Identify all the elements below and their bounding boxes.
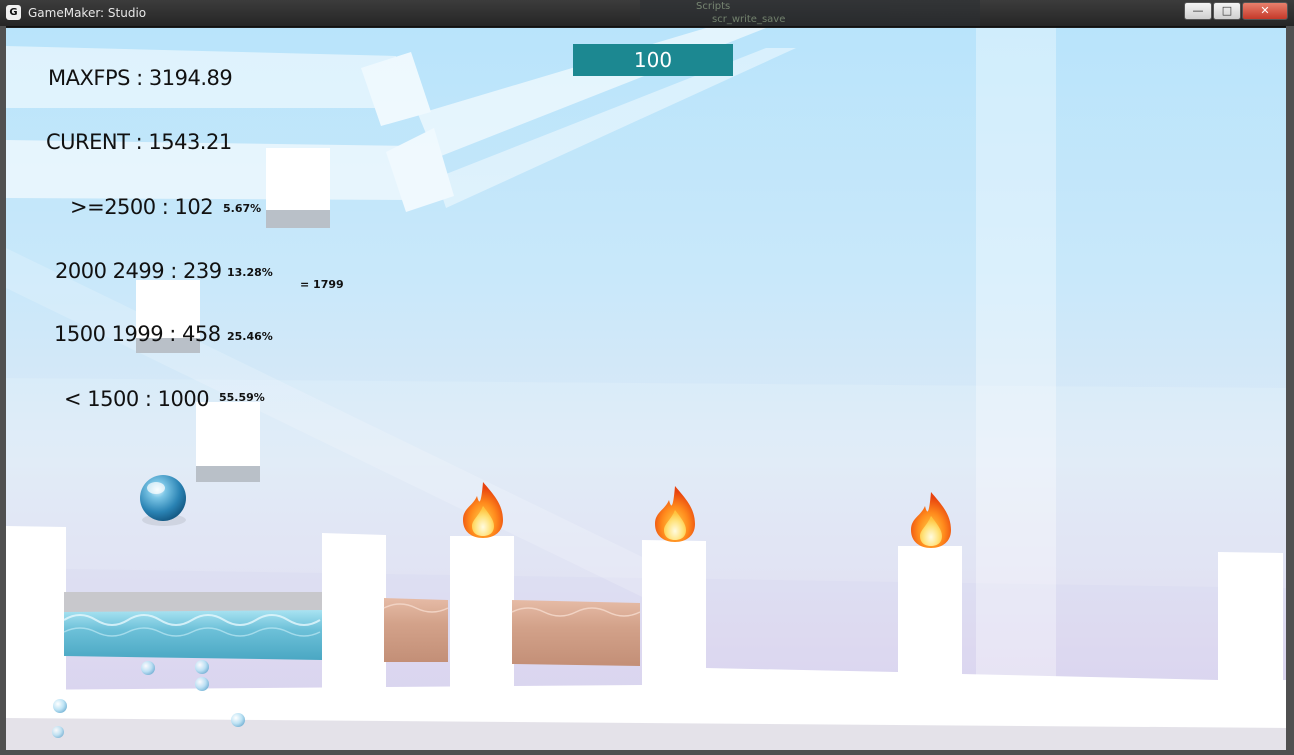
window-frame-bottom [0,750,1294,755]
fps-range-below-1500-percent: 55.59% [219,391,265,404]
sand-blocks [383,598,641,666]
window-frame-right [1286,26,1294,755]
fps-range-2000-2499: 2000 2499 : 239 [55,259,222,283]
fps-total-samples: = 1799 [300,278,344,291]
current-fps-readout: CURENT : 1543.21 [46,130,232,154]
background-editor-item: Scripts [696,1,731,12]
fps-range-2500-plus: >=2500 : 102 [70,195,214,219]
score-display: 100 [573,44,733,76]
maxfps-readout: MAXFPS : 3194.89 [48,66,233,90]
fps-range-2500-plus-percent: 5.67% [223,202,262,215]
minimize-button[interactable]: — [1184,2,1212,20]
fps-range-1500-1999: 1500 1999 : 458 [54,322,221,346]
fps-range-1500-1999-percent: 25.46% [227,330,273,343]
game-view[interactable]: 100 MAXFPS : 3194.89 CURENT : 1543.21 >=… [6,28,1286,750]
window-titlebar[interactable]: G GameMaker: Studio Scripts scr_write_sa… [0,0,1294,27]
window-controls: — □ ✕ [1183,2,1288,20]
fps-range-2000-2499-percent: 13.28% [227,266,273,279]
gamemaker-logo-icon: G [6,5,21,20]
close-button[interactable]: ✕ [1242,2,1288,20]
window-title: GameMaker: Studio [28,6,147,20]
background-editor-item: scr_write_save [712,14,786,25]
water-droplet-ball [140,475,186,526]
maximize-button[interactable]: □ [1213,2,1241,20]
water-pool [63,592,322,660]
background-editor-window: Scripts scr_write_save [640,0,980,26]
fps-range-below-1500: < 1500 : 1000 [64,387,210,411]
